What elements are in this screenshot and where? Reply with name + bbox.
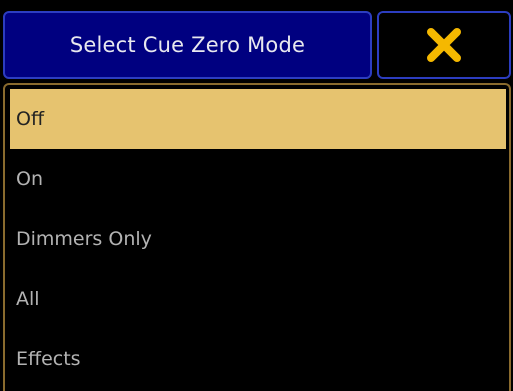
option-dimmers-only[interactable]: Dimmers Only [10, 209, 506, 269]
option-off[interactable]: Off [10, 89, 506, 149]
option-label: Effects [16, 348, 81, 370]
close-button[interactable] [377, 11, 511, 79]
option-label: All [16, 288, 40, 310]
option-label: Off [16, 108, 45, 130]
option-effects[interactable]: Effects [10, 329, 506, 389]
option-all[interactable]: All [10, 269, 506, 329]
close-x-icon [424, 25, 464, 65]
dialog-title-bar: Select Cue Zero Mode [3, 11, 372, 79]
option-on[interactable]: On [10, 149, 506, 209]
option-label: Dimmers Only [16, 228, 152, 250]
dialog-title: Select Cue Zero Mode [69, 33, 306, 57]
option-label: On [16, 168, 43, 190]
mode-options-list: Off On Dimmers Only All Effects [3, 83, 511, 391]
